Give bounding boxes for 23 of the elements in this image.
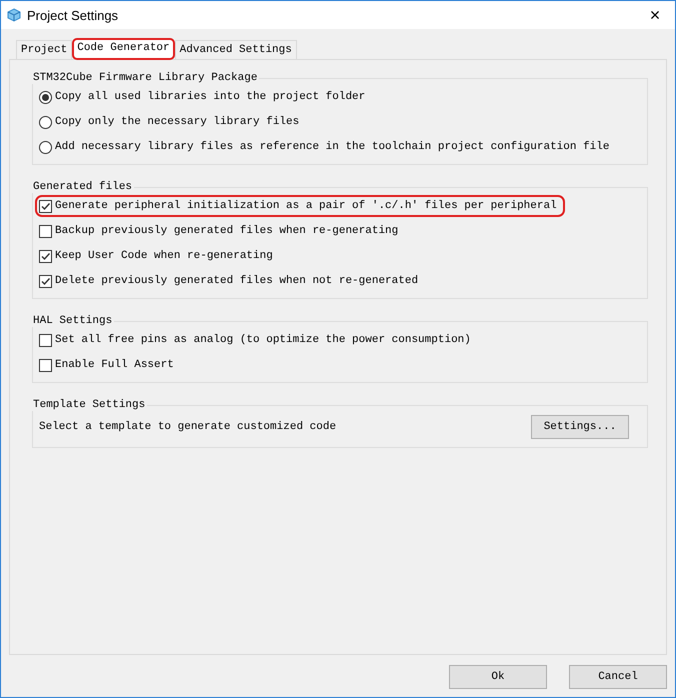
checkbox-option[interactable]: Delete previously generated files when not re-generated	[39, 272, 418, 290]
checkbox-option[interactable]: Enable Full Assert	[39, 356, 174, 374]
tab[interactable]: Code Generator	[72, 38, 175, 60]
radio-option[interactable]: Add necessary library files as reference in the toolchain project configuration file	[39, 138, 610, 156]
radio-option[interactable]: Copy all used libraries into the project folder	[39, 88, 366, 106]
dialog-button[interactable]: Ok	[449, 665, 547, 689]
checkbox-option[interactable]: Keep User Code when re-generating	[39, 247, 273, 265]
group-title: Template Settings	[32, 399, 146, 411]
tab[interactable]: Project	[16, 40, 72, 59]
tab[interactable]: Advanced Settings	[174, 40, 297, 59]
close-button[interactable]: ×	[635, 4, 675, 26]
dialog-button[interactable]: Cancel	[569, 665, 667, 689]
settings-button[interactable]: Settings...	[531, 415, 629, 439]
group-title: Generated files	[32, 181, 134, 193]
group-title: HAL Settings	[32, 315, 114, 327]
radio-option[interactable]: Copy only the necessary library files	[39, 113, 300, 131]
checkbox-option[interactable]: Backup previously generated files when re-generating	[39, 222, 398, 240]
checkbox-option[interactable]: Set all free pins as analog (to optimize the power consumption)	[39, 331, 471, 349]
template-description: Select a template to generate customized code	[39, 421, 336, 433]
window-title: Project Settings	[27, 8, 120, 22]
app-cube-icon	[7, 8, 21, 22]
group-title: STM32Cube Firmware Library Package	[32, 72, 258, 84]
checkbox-option[interactable]: Generate peripheral initialization as a pair of '.c/.h' files per peripheral	[37, 197, 563, 215]
